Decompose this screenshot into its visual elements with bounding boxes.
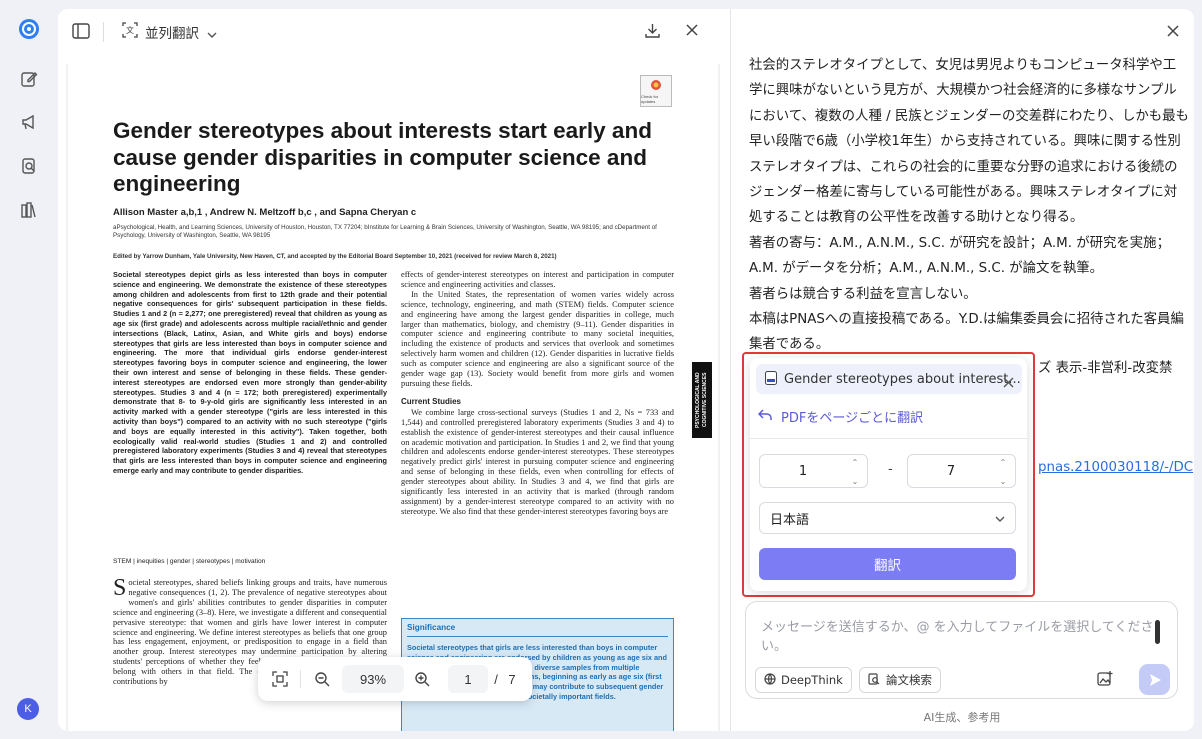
send-icon: [1149, 673, 1161, 686]
pdf-page: Check for updates Gender stereotypes abo…: [68, 64, 718, 731]
sidebar-toggle-icon[interactable]: [72, 23, 90, 39]
download-icon[interactable]: [644, 22, 661, 39]
paper-title: Gender stereotypes about interests start…: [113, 118, 652, 196]
viewer-toolbar: 文 並列翻訳: [58, 9, 730, 55]
chevron-down-icon: [207, 23, 217, 42]
output-partial-link[interactable]: pnas.2100030118/-/DC: [1038, 460, 1193, 475]
from-page-value[interactable]: 1: [760, 455, 846, 487]
paper-edited-by: Edited by Yarrow Dunham, Yale University…: [113, 253, 557, 260]
check-for-updates-badge[interactable]: Check for updates: [640, 75, 672, 107]
panel-divider: [730, 9, 731, 731]
section-heading: Current Studies: [401, 396, 462, 406]
to-page-stepper[interactable]: 7 ⌃ ⌄: [907, 454, 1016, 488]
translate-pages-label: PDFをページごとに翻訳: [781, 411, 924, 426]
output-paragraph: 社会的ステレオタイプとして、女児は男児よりもコンピュータ科学や工学に興味がないと…: [749, 58, 1189, 226]
translate-pdf-by-page-link[interactable]: PDFをページごとに翻訳: [757, 407, 924, 426]
significance-heading: Significance: [407, 623, 456, 632]
deepthink-label: DeepThink: [781, 673, 843, 687]
translate-icon: 文: [122, 22, 138, 42]
range-dash: -: [888, 462, 893, 477]
badge-text: Check for updates: [641, 93, 659, 104]
page-separator: /: [494, 671, 498, 687]
app-sidebar: K: [0, 0, 58, 739]
page-total: 7: [508, 671, 516, 687]
popup-divider: [750, 438, 1027, 439]
scrollbar-thumb[interactable]: [1155, 620, 1160, 644]
close-panel-icon[interactable]: [1166, 23, 1180, 42]
paper-keywords: STEM | inequities | gender | stereotypes…: [113, 558, 266, 565]
drop-cap: S: [113, 578, 127, 601]
paper-body-left: Societal stereotypes, shared beliefs lin…: [113, 578, 387, 728]
ai-generated-note: AI生成、参考用: [923, 711, 1001, 724]
deepthink-button[interactable]: DeepThink: [755, 667, 852, 693]
pdf-file-icon: [765, 370, 777, 389]
output-partial-line: ズ 表示-非営利-改変禁: [1038, 361, 1173, 376]
paper-search-icon: [868, 672, 880, 688]
language-select[interactable]: 日本語: [759, 502, 1016, 534]
mode-label: 並列翻訳: [145, 26, 199, 42]
decrement-icon[interactable]: ⌄: [1000, 477, 1007, 486]
megaphone-icon[interactable]: [16, 109, 42, 135]
paper-affiliations: aPsychological, Health, and Learning Sci…: [113, 224, 657, 239]
body-right-para-3: We combine large cross-sectional surveys…: [401, 407, 674, 516]
parallel-translate-dropdown[interactable]: 文 並列翻訳: [122, 21, 217, 43]
paper-body-right: effects of gender-interest stereotypes o…: [401, 270, 674, 615]
increment-icon[interactable]: ⌃: [1000, 458, 1007, 467]
paper-authors: Allison Master a,b,1 , Andrew N. Meltzof…: [113, 207, 417, 218]
bookmark-icon: [651, 79, 661, 90]
close-icon[interactable]: [684, 22, 700, 38]
paper-search-button[interactable]: 論文検索: [859, 667, 941, 693]
add-image-icon[interactable]: [1097, 670, 1114, 691]
translate-popup-highlight: Gender stereotypes about interest... PDF…: [742, 352, 1035, 597]
translate-popup: Gender stereotypes about interest... PDF…: [750, 358, 1027, 591]
document-area[interactable]: Check for updates Gender stereotypes abo…: [66, 64, 720, 731]
deepthink-icon: [764, 672, 776, 688]
page-number-input[interactable]: 1: [448, 665, 488, 693]
app-logo-icon[interactable]: [16, 16, 42, 42]
fit-page-icon[interactable]: [268, 657, 292, 701]
file-chip: Gender stereotypes about interest...: [756, 364, 1022, 394]
output-paragraph: 著者らは競合する利益を宣言しない。: [749, 286, 977, 302]
increment-icon[interactable]: ⌃: [852, 458, 859, 467]
language-value: 日本語: [770, 512, 810, 528]
translation-output: 社会的ステレオタイプとして、女児は男児よりもコンピュータ科学や工学に興味がないと…: [749, 53, 1189, 358]
document-search-icon[interactable]: [16, 153, 42, 179]
to-page-value[interactable]: 7: [908, 455, 994, 487]
message-input[interactable]: メッセージを送信するか、@ を入力してファイルを選択してください。: [761, 618, 1156, 656]
translate-button[interactable]: 翻訳: [759, 548, 1016, 580]
output-paragraph: 著者の寄与：A.M., A.N.M., S.C. が研究を設計；A.M. が研究…: [749, 235, 1170, 277]
zoom-out-icon[interactable]: [310, 657, 334, 701]
zoom-toolbar: 93% 1 / 7: [258, 657, 532, 701]
body-right-para-1: effects of gender-interest stereotypes o…: [401, 270, 674, 289]
library-icon[interactable]: [16, 197, 42, 223]
zoom-level[interactable]: 93%: [342, 665, 404, 693]
paper-search-label: 論文検索: [886, 673, 932, 687]
zoom-divider: [300, 670, 301, 688]
toolbar-divider: [103, 22, 104, 42]
user-avatar[interactable]: K: [17, 698, 39, 720]
pdf-viewer: 文 並列翻訳 Check for updates Gender stereoty…: [58, 9, 730, 731]
send-button[interactable]: [1139, 664, 1170, 695]
return-arrow-icon: [757, 408, 772, 425]
edit-icon[interactable]: [16, 66, 42, 92]
message-composer: メッセージを送信するか、@ を入力してファイルを選択してください。 DeepTh…: [745, 601, 1178, 699]
file-name: Gender stereotypes about interest...: [784, 371, 1021, 387]
chevron-down-icon: [995, 511, 1005, 526]
paper-abstract: Societal stereotypes depict girls as les…: [113, 270, 387, 475]
section-side-tab: PSYCHOLOGICAL AND COGNITIVE SCIENCES: [692, 362, 712, 438]
output-paragraph: 本稿はPNASへの直接投稿である。Y.D.は編集委員会に招待された客員編集者であ…: [749, 312, 1184, 353]
svg-text:文: 文: [126, 25, 134, 35]
zoom-in-icon[interactable]: [410, 657, 434, 701]
from-page-stepper[interactable]: 1 ⌃ ⌄: [759, 454, 868, 488]
remove-file-icon[interactable]: [1003, 373, 1014, 392]
decrement-icon[interactable]: ⌄: [852, 477, 859, 486]
body-right-para-2: In the United States, the representation…: [401, 289, 674, 388]
